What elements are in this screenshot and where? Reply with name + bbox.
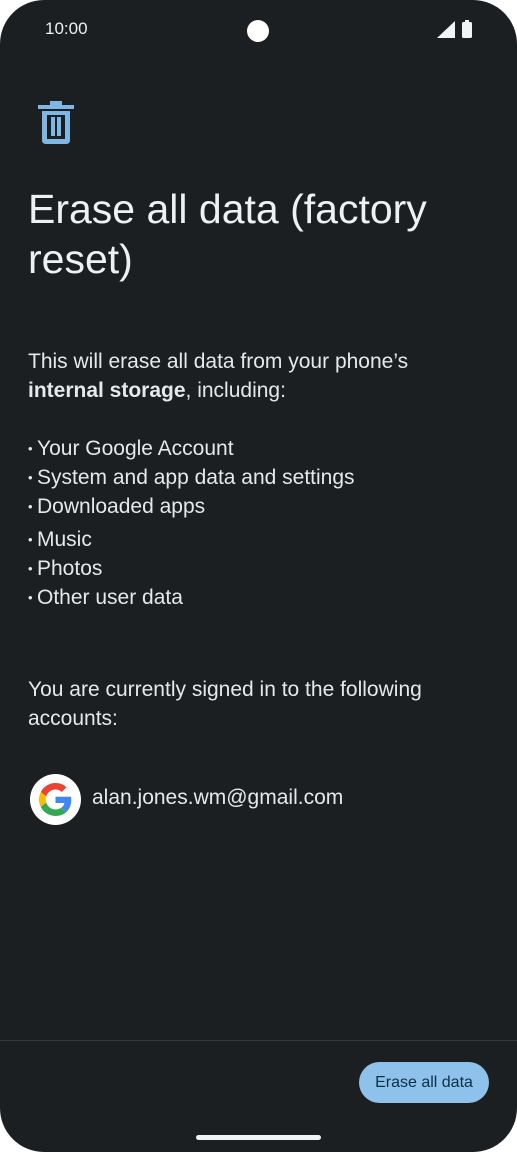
trash-icon (38, 101, 74, 144)
list-item: Photos (28, 554, 488, 583)
status-bar: 10:00 (0, 0, 517, 60)
status-time: 10:00 (45, 19, 88, 38)
account-row: alan.jones.wm@gmail.com (30, 774, 490, 826)
description-bold: internal storage (28, 379, 186, 402)
camera-cutout (247, 20, 269, 42)
list-item: Downloaded apps (28, 492, 488, 521)
accounts-heading: You are currently signed in to the follo… (28, 678, 422, 730)
erase-all-data-button[interactable]: Erase all data (359, 1062, 489, 1103)
phone-screen: 10:00 Erase all data (factory reset) Thi… (0, 0, 517, 1152)
signal-icon (437, 21, 455, 38)
list-item: Music (28, 525, 488, 554)
erase-description: This will erase all data from your phone… (28, 347, 488, 405)
footer-divider (0, 1040, 517, 1041)
page-title: Erase all data (factory reset) (28, 186, 427, 282)
description-lead: This will erase all data from your phone… (28, 350, 409, 373)
list-item: Other user data (28, 583, 488, 612)
navigation-handle[interactable] (196, 1135, 321, 1140)
erased-items-list: Your Google Account System and app data … (28, 434, 488, 612)
google-icon (39, 783, 72, 816)
account-email: alan.jones.wm@gmail.com (92, 786, 344, 809)
google-avatar (30, 774, 81, 825)
list-item: System and app data and settings (28, 463, 488, 492)
list-item: Your Google Account (28, 434, 488, 463)
battery-icon (462, 20, 472, 38)
description-tail: , including: (185, 379, 286, 402)
